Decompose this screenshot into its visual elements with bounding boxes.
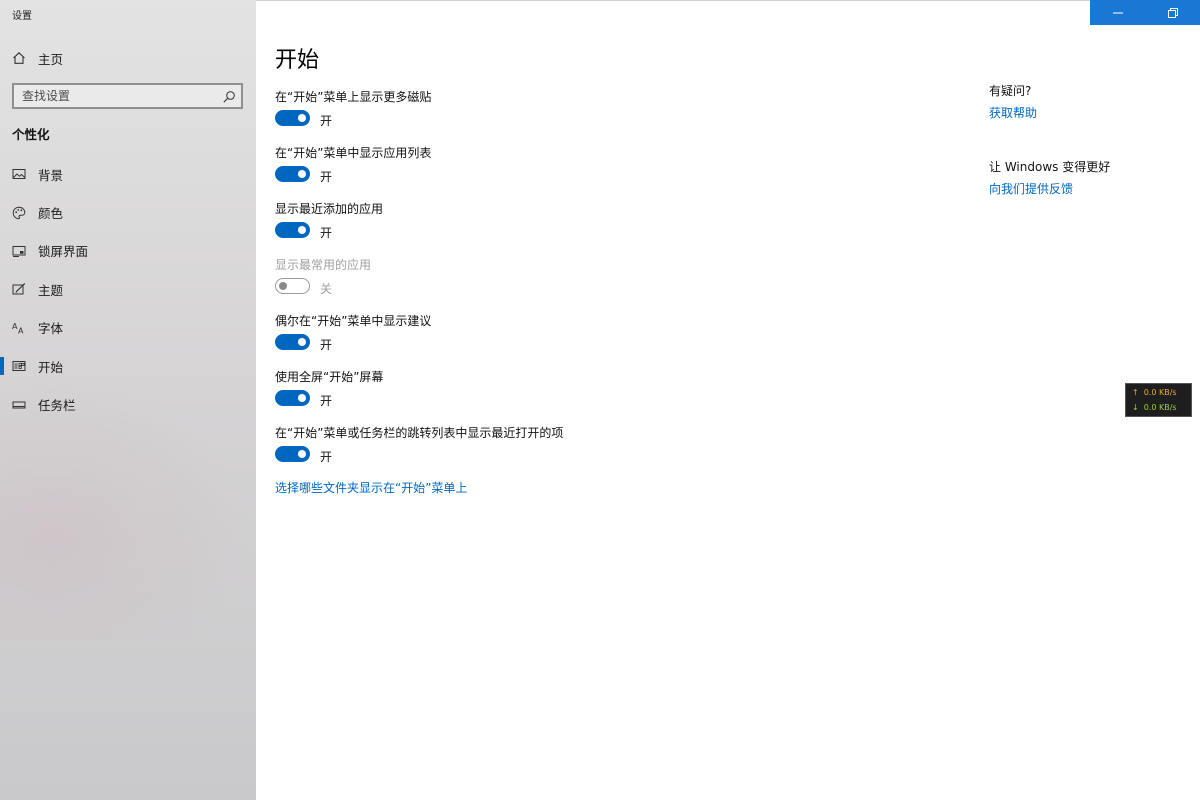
taskbar-icon bbox=[12, 398, 26, 412]
palette-icon bbox=[12, 206, 26, 220]
setting-jump-lists: 在“开始”菜单或任务栏的跳转列表中显示最近打开的项 开 bbox=[275, 422, 835, 478]
download-speed: 0.0 KB/s bbox=[1143, 403, 1177, 412]
sidebar-item-themes[interactable]: 主题 bbox=[0, 270, 256, 308]
choose-folders-link[interactable]: 选择哪些文件夹显示在“开始”菜单上 bbox=[275, 479, 467, 496]
setting-suggestions: 偶尔在“开始”菜单中显示建议 开 bbox=[275, 310, 835, 366]
page-title: 开始 bbox=[275, 48, 320, 73]
search-box[interactable] bbox=[12, 83, 243, 109]
sidebar-item-label: 任务栏 bbox=[38, 398, 76, 414]
setting-label: 在“开始”菜单或任务栏的跳转列表中显示最近打开的项 bbox=[275, 426, 564, 440]
sidebar-item-start[interactable]: 开始 bbox=[0, 347, 256, 385]
toggle-state: 开 bbox=[320, 114, 333, 128]
toggle-knob bbox=[298, 394, 306, 402]
toggle-knob bbox=[298, 114, 306, 122]
help-question-heading: 有疑问? bbox=[989, 84, 1032, 98]
toggle-knob bbox=[298, 170, 306, 178]
font-icon: A A bbox=[12, 321, 26, 335]
setting-most-used: 显示最常用的应用 关 bbox=[275, 254, 835, 310]
toggle-knob bbox=[279, 281, 287, 290]
most-used-toggle[interactable] bbox=[275, 278, 310, 294]
download-arrow-icon: ↓ bbox=[1132, 403, 1139, 412]
section-title: 个性化 bbox=[12, 127, 50, 142]
home-icon bbox=[12, 51, 26, 65]
sidebar: 设置 主页 个性化 背景 bbox=[0, 0, 256, 800]
active-indicator bbox=[0, 356, 4, 375]
toggle-state: 关 bbox=[320, 282, 333, 296]
upload-speed: 0.0 KB/s bbox=[1143, 388, 1177, 397]
setting-label: 在“开始”菜单中显示应用列表 bbox=[275, 146, 432, 160]
settings-list: 在“开始”菜单上显示更多磁贴 开 在“开始”菜单中显示应用列表 开 显示最近添加… bbox=[275, 86, 835, 478]
recently-added-toggle[interactable] bbox=[275, 222, 310, 238]
get-help-link[interactable]: 获取帮助 bbox=[989, 104, 1037, 121]
theme-brush-icon bbox=[12, 282, 26, 296]
setting-label: 使用全屏“开始”屏幕 bbox=[275, 370, 384, 384]
toggle-knob bbox=[298, 226, 306, 234]
nav-list: 背景 颜色 锁屏界面 主题 A A 字体 开始 任务栏 bbox=[0, 155, 256, 424]
app-list-toggle[interactable] bbox=[275, 166, 310, 182]
toggle-knob bbox=[298, 450, 306, 458]
sidebar-item-label: 开始 bbox=[38, 359, 64, 375]
window-controls bbox=[1090, 0, 1200, 25]
setting-label: 偶尔在“开始”菜单中显示建议 bbox=[275, 314, 432, 328]
setting-label: 显示最近添加的应用 bbox=[275, 202, 384, 216]
setting-more-tiles: 在“开始”菜单上显示更多磁贴 开 bbox=[275, 86, 835, 142]
more-tiles-toggle[interactable] bbox=[275, 110, 310, 126]
feedback-link[interactable]: 向我们提供反馈 bbox=[989, 180, 1073, 197]
sidebar-item-lock-screen[interactable]: 锁屏界面 bbox=[0, 232, 256, 270]
top-border bbox=[256, 0, 1200, 1]
setting-label: 显示最常用的应用 bbox=[275, 258, 372, 272]
minimize-button[interactable] bbox=[1090, 0, 1145, 25]
minimize-icon bbox=[1112, 3, 1123, 22]
search-icon[interactable] bbox=[222, 89, 236, 103]
download-speed-row: ↓ 0.0 KB/s bbox=[1132, 403, 1177, 412]
upload-arrow-icon: ↑ bbox=[1132, 388, 1139, 397]
setting-full-screen: 使用全屏“开始”屏幕 开 bbox=[275, 366, 835, 422]
sidebar-item-label: 主题 bbox=[38, 282, 64, 298]
nav-home-label: 主页 bbox=[38, 51, 64, 67]
sidebar-item-colors[interactable]: 颜色 bbox=[0, 193, 256, 231]
restore-button[interactable] bbox=[1145, 0, 1200, 25]
toggle-knob bbox=[298, 338, 306, 346]
upload-speed-row: ↑ 0.0 KB/s bbox=[1132, 388, 1177, 397]
sidebar-item-label: 颜色 bbox=[38, 206, 64, 222]
main-content: 开始 在“开始”菜单上显示更多磁贴 开 在“开始”菜单中显示应用列表 开 显示最… bbox=[256, 0, 1200, 800]
sidebar-item-taskbar[interactable]: 任务栏 bbox=[0, 385, 256, 423]
toggle-state: 开 bbox=[320, 450, 333, 464]
start-icon bbox=[12, 359, 26, 373]
app-title: 设置 bbox=[12, 11, 32, 22]
sidebar-item-fonts[interactable]: A A 字体 bbox=[0, 309, 256, 347]
improve-windows-heading: 让 Windows 变得更好 bbox=[989, 160, 1111, 174]
toggle-state: 开 bbox=[320, 338, 333, 352]
search-input[interactable] bbox=[22, 89, 218, 103]
sidebar-item-label: 背景 bbox=[38, 167, 64, 183]
nav-home[interactable]: 主页 bbox=[0, 44, 256, 72]
setting-app-list: 在“开始”菜单中显示应用列表 开 bbox=[275, 142, 835, 198]
sidebar-item-background[interactable]: 背景 bbox=[0, 155, 256, 193]
net-speed-widget[interactable]: ↑ 0.0 KB/s ↓ 0.0 KB/s bbox=[1125, 383, 1192, 417]
lock-screen-icon bbox=[12, 244, 26, 258]
sidebar-item-label: 锁屏界面 bbox=[38, 244, 89, 260]
svg-text:A: A bbox=[18, 326, 24, 335]
setting-recently-added: 显示最近添加的应用 开 bbox=[275, 198, 835, 254]
suggestions-toggle[interactable] bbox=[275, 334, 310, 350]
toggle-state: 开 bbox=[320, 394, 333, 408]
toggle-state: 开 bbox=[320, 170, 333, 184]
restore-icon bbox=[1167, 3, 1178, 22]
image-icon bbox=[12, 167, 26, 181]
jump-lists-toggle[interactable] bbox=[275, 446, 310, 462]
toggle-state: 开 bbox=[320, 226, 333, 240]
sidebar-item-label: 字体 bbox=[38, 321, 64, 337]
full-screen-toggle[interactable] bbox=[275, 390, 310, 406]
setting-label: 在“开始”菜单上显示更多磁贴 bbox=[275, 90, 432, 104]
